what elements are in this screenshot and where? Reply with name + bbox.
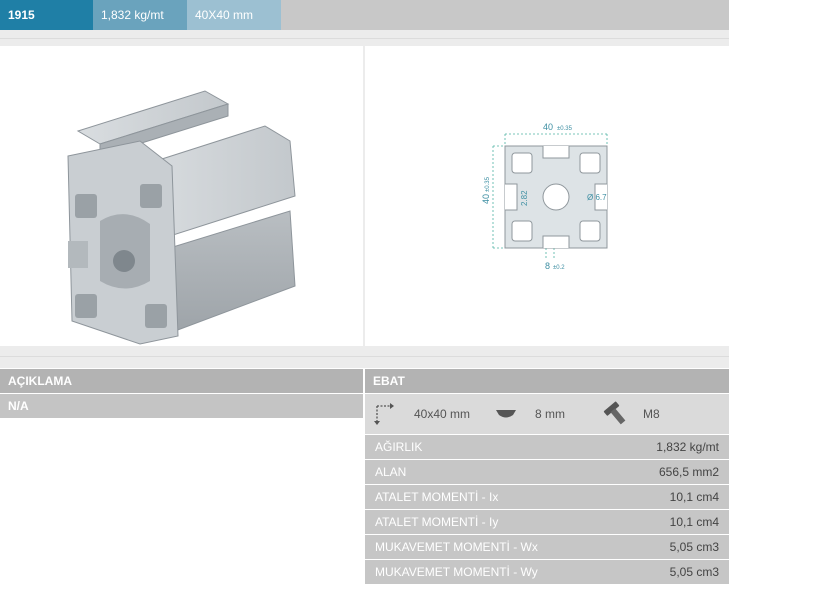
product-code: 1915 [0, 0, 93, 30]
property-value: 656,5 mm2 [658, 465, 719, 479]
property-label: MUKAVEMET MOMENTİ - Wy [375, 565, 538, 579]
separator-band [0, 30, 729, 38]
bolt-value: M8 [643, 407, 660, 421]
slot-tolerance: ±0.2 [553, 265, 565, 271]
property-label: MUKAVEMET MOMENTİ - Wx [375, 540, 538, 554]
property-row: AĞIRLIK 1,832 kg/mt [365, 435, 729, 459]
height-tolerance: ±0.35 [485, 176, 491, 192]
cross-section-drawing: 40 ±0.35 40 ±0.35 2.82 Ø 6.7 8 ±0.2 [481, 122, 608, 271]
aluminium-profile-illustration [67, 90, 296, 345]
technical-drawing: 40 ±0.35 40 ±0.35 2.82 Ø 6.7 8 ±0.2 [365, 46, 729, 346]
property-row: ATALET MOMENTİ - Ix 10,1 cm4 [365, 485, 729, 509]
hole-diameter: Ø 6.7 [587, 193, 607, 202]
product-size: 40X40 mm [187, 0, 281, 30]
property-row: ATALET MOMENTİ - Iy 10,1 cm4 [365, 510, 729, 534]
property-row: ALAN 656,5 mm2 [365, 460, 729, 484]
width-tolerance: ±0.35 [557, 126, 573, 132]
slot-icon [493, 394, 519, 434]
separator-band [0, 346, 729, 368]
property-value: 1,832 kg/mt [656, 440, 719, 454]
property-value: 5,05 cm3 [669, 565, 719, 579]
product-header-bar: 1915 1,832 kg/mt 40X40 mm [0, 0, 729, 30]
separator-band [0, 39, 729, 46]
slot-value: 8 mm [535, 407, 565, 421]
property-row: MUKAVEMET MOMENTİ - Wx 5,05 cm3 [365, 535, 729, 559]
product-weight: 1,832 kg/mt [93, 0, 187, 30]
dimension-icon [373, 394, 397, 434]
width-dimension: 40 [543, 122, 553, 132]
ebat-dimensions-row: 40x40 mm 8 mm M8 [365, 394, 729, 434]
property-value: 10,1 cm4 [669, 515, 719, 529]
profile-3d-image [0, 46, 363, 346]
property-row: MUKAVEMET MOMENTİ - Wy 5,05 cm3 [365, 560, 729, 584]
ebat-header: EBAT [365, 369, 729, 393]
property-label: ATALET MOMENTİ - Ix [375, 490, 499, 504]
separator-line [0, 356, 729, 357]
description-header: AÇIKLAMA [0, 369, 363, 393]
property-value: 10,1 cm4 [669, 490, 719, 504]
height-dimension: 40 [481, 194, 491, 204]
property-value: 5,05 cm3 [669, 540, 719, 554]
bolt-icon [603, 394, 629, 434]
description-value: N/A [0, 394, 363, 418]
slot-dimension: 8 [545, 261, 550, 271]
property-label: ALAN [375, 465, 407, 479]
property-label: AĞIRLIK [375, 440, 423, 454]
dimension-value: 40x40 mm [414, 407, 471, 421]
inner-dimension: 2.82 [520, 190, 529, 206]
property-label: ATALET MOMENTİ - Iy [375, 515, 499, 529]
